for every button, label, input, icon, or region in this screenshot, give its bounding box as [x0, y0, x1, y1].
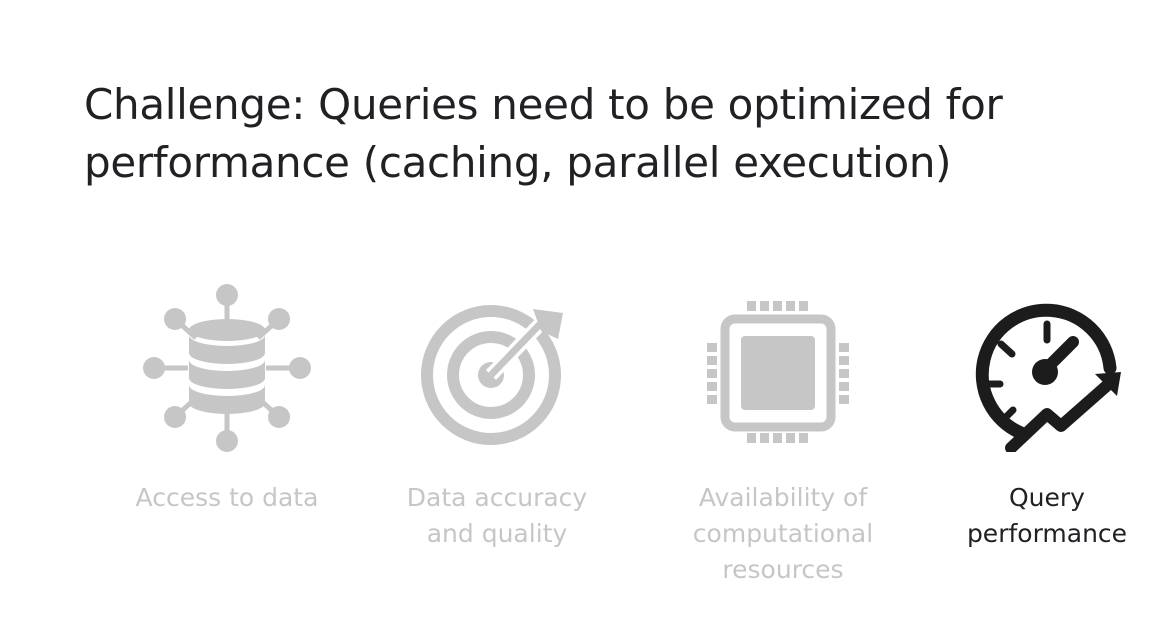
- label-line: computational: [692, 519, 874, 548]
- database-network-icon: [143, 284, 311, 452]
- label-line: Data accuracy: [406, 483, 588, 512]
- label-line: resources: [722, 555, 844, 584]
- label-line: Availability of: [698, 483, 868, 512]
- item-label-query-performance: Query performance: [936, 480, 1158, 552]
- label-line: Access to data: [135, 483, 319, 512]
- target-icon: [421, 305, 563, 445]
- label-line: and quality: [426, 519, 568, 548]
- processor-chip-icon: [707, 301, 849, 443]
- item-label-data-accuracy: Data accuracy and quality: [386, 480, 608, 552]
- label-line: performance: [966, 519, 1128, 548]
- label-line: Query: [1009, 483, 1085, 512]
- slide-title-line-1: Challenge: Queries need to be optimized …: [84, 80, 1003, 129]
- slide-title: Challenge: Queries need to be optimized …: [84, 76, 1124, 192]
- item-label-computational-resources: Availability of computational resources: [672, 480, 894, 588]
- item-label-access-to-data: Access to data: [116, 480, 338, 516]
- speedometer-trend-icon: [975, 303, 1121, 452]
- slide-title-line-2: performance (caching, parallel execution…: [84, 138, 952, 187]
